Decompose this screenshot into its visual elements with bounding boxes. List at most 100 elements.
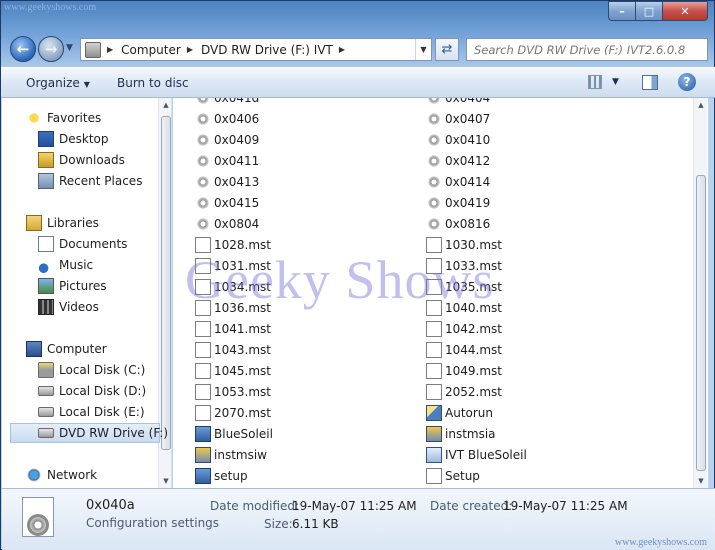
breadcrumb-computer[interactable]: Computer	[121, 43, 181, 57]
file-list-scroll-thumb[interactable]	[696, 175, 706, 471]
nav-item-downloads[interactable]: Downloads	[38, 150, 125, 170]
nav-group-computer[interactable]: Computer	[26, 339, 107, 359]
minimize-button[interactable]: –	[608, 1, 635, 21]
date-modified-label: Date modified:	[210, 499, 300, 513]
address-bar[interactable]: ▶ Computer ▶ DVD RW Drive (F:) IVT ▶ ▼	[80, 38, 432, 61]
file-item[interactable]: 0x0409	[195, 129, 259, 150]
file-item[interactable]: 1030.mst	[426, 234, 502, 255]
nav-item-recent-places[interactable]: Recent Places	[38, 171, 142, 191]
scroll-down-icon[interactable]: ▼	[159, 477, 171, 485]
nav-item-label: Music	[59, 258, 94, 272]
back-arrow-icon: ←	[16, 40, 30, 58]
file-item[interactable]: IVT BlueSoleil	[426, 444, 527, 465]
file-item[interactable]: 0x0816	[426, 213, 490, 234]
blank-file-icon	[195, 257, 211, 274]
nav-item-label: Computer	[47, 342, 107, 356]
size-value: 6.11 KB	[292, 517, 339, 531]
nav-item-music[interactable]: Music	[38, 255, 93, 275]
burn-to-disc-button[interactable]: Burn to disc	[117, 76, 189, 90]
file-item[interactable]: 1049.mst	[426, 360, 502, 381]
nav-item-documents[interactable]: Documents	[38, 234, 127, 254]
file-item[interactable]: 0x0407	[426, 108, 490, 129]
config-file-icon	[426, 110, 442, 127]
navigation-scroll-thumb[interactable]	[161, 116, 171, 450]
file-item[interactable]: 0x0419	[426, 192, 490, 213]
file-item[interactable]: 1034.mst	[195, 276, 271, 297]
file-item[interactable]: 1040.mst	[426, 297, 502, 318]
breadcrumb-dvd-drive[interactable]: DVD RW Drive (F:) IVT	[201, 43, 333, 57]
file-item[interactable]: 2070.mst	[195, 402, 271, 423]
watermark-top: www.geekyshows.com	[4, 2, 97, 13]
file-item[interactable]: 1044.mst	[426, 339, 502, 360]
file-item[interactable]: 0x0804	[195, 213, 259, 234]
nav-item-local-disk-e[interactable]: Local Disk (E:)	[38, 402, 145, 422]
file-item[interactable]: 0x041d	[195, 98, 259, 108]
scroll-down-icon[interactable]: ▼	[694, 477, 708, 485]
nav-item-dvd-rw-drive-f-i[interactable]: DVD RW Drive (F:) I	[10, 423, 171, 443]
organize-button[interactable]: Organize ▼	[26, 76, 90, 90]
change-view-icon[interactable]	[588, 75, 602, 89]
refresh-icon: ⇄	[441, 42, 453, 57]
selected-file-type: Configuration settings	[86, 516, 220, 530]
file-name: 1036.mst	[214, 300, 271, 315]
nav-item-pictures[interactable]: Pictures	[38, 276, 107, 296]
file-item[interactable]: 1053.mst	[195, 381, 271, 402]
breadcrumb-chevron-icon[interactable]: ▶	[107, 45, 113, 54]
file-item[interactable]: instmsiw	[195, 444, 267, 465]
recent-pages-dropdown[interactable]: ▼	[66, 43, 73, 53]
file-list: 0x041d 0x0406 0x0409 0x0411 0x0413 0x0415 0x08…	[173, 98, 708, 488]
search-box[interactable]	[466, 38, 708, 61]
view-options-chevron-icon[interactable]: ▼	[612, 77, 619, 87]
file-item[interactable]: 1041.mst	[195, 318, 271, 339]
file-list-scrollbar[interactable]: ▲ ▼	[693, 98, 707, 488]
scroll-up-icon[interactable]: ▲	[694, 101, 708, 109]
file-item[interactable]: 0x0411	[195, 150, 259, 171]
nav-group-network[interactable]: Network	[26, 465, 97, 485]
breadcrumb-chevron-icon[interactable]: ▶	[339, 45, 345, 54]
file-item[interactable]: 0x0406	[195, 108, 259, 129]
nav-group-favorites[interactable]: Favorites	[26, 108, 101, 128]
file-name: 1044.mst	[445, 342, 502, 357]
file-item[interactable]: 1033.mst	[426, 255, 502, 276]
file-item[interactable]: 1028.mst	[195, 234, 271, 255]
file-item[interactable]: 1045.mst	[195, 360, 271, 381]
file-item[interactable]: instmsia	[426, 423, 496, 444]
command-bar: Organize ▼ Burn to disc ▼ ?	[1, 67, 715, 98]
scroll-up-icon[interactable]: ▲	[159, 101, 171, 109]
file-name: 1041.mst	[214, 321, 271, 336]
file-item[interactable]: 0x0412	[426, 150, 490, 171]
file-name: BlueSoleil	[214, 426, 273, 441]
blank-file-icon	[195, 362, 211, 379]
file-item[interactable]: 0x0404	[426, 98, 490, 108]
file-item[interactable]: Setup	[426, 465, 480, 486]
close-button[interactable]: ✕	[662, 1, 708, 21]
breadcrumb-chevron-icon[interactable]: ▶	[187, 45, 193, 54]
nav-item-desktop[interactable]: Desktop	[38, 129, 109, 149]
forward-button[interactable]: →	[38, 36, 64, 62]
file-item[interactable]: 1043.mst	[195, 339, 271, 360]
refresh-button[interactable]: ⇄	[435, 38, 459, 61]
nav-item-videos[interactable]: Videos	[38, 297, 99, 317]
file-item[interactable]: 0x0413	[195, 171, 259, 192]
file-item[interactable]: 2052.mst	[426, 381, 502, 402]
preview-pane-icon[interactable]	[642, 75, 658, 90]
file-item[interactable]: 1036.mst	[195, 297, 271, 318]
file-item[interactable]: setup	[195, 465, 248, 486]
nav-item-local-disk-d[interactable]: Local Disk (D:)	[38, 381, 146, 401]
file-item[interactable]: 1035.mst	[426, 276, 502, 297]
back-button[interactable]: ←	[10, 36, 36, 62]
maximize-button[interactable]: □	[635, 1, 662, 21]
file-item[interactable]: 0x0410	[426, 129, 490, 150]
file-item[interactable]: 0x0415	[195, 192, 259, 213]
file-item[interactable]: 0x0414	[426, 171, 490, 192]
file-item[interactable]: 1031.mst	[195, 255, 271, 276]
nav-group-libraries[interactable]: Libraries	[26, 213, 99, 233]
file-item[interactable]: 1042.mst	[426, 318, 502, 339]
nav-item-local-disk-c[interactable]: Local Disk (C:)	[38, 360, 145, 380]
address-dropdown-icon[interactable]: ▼	[415, 39, 431, 60]
blank-file-icon	[195, 236, 211, 253]
help-icon[interactable]: ?	[678, 73, 696, 91]
file-item[interactable]: BlueSoleil	[195, 423, 273, 444]
file-item[interactable]: Autorun	[426, 402, 493, 423]
search-input[interactable]	[467, 39, 707, 60]
